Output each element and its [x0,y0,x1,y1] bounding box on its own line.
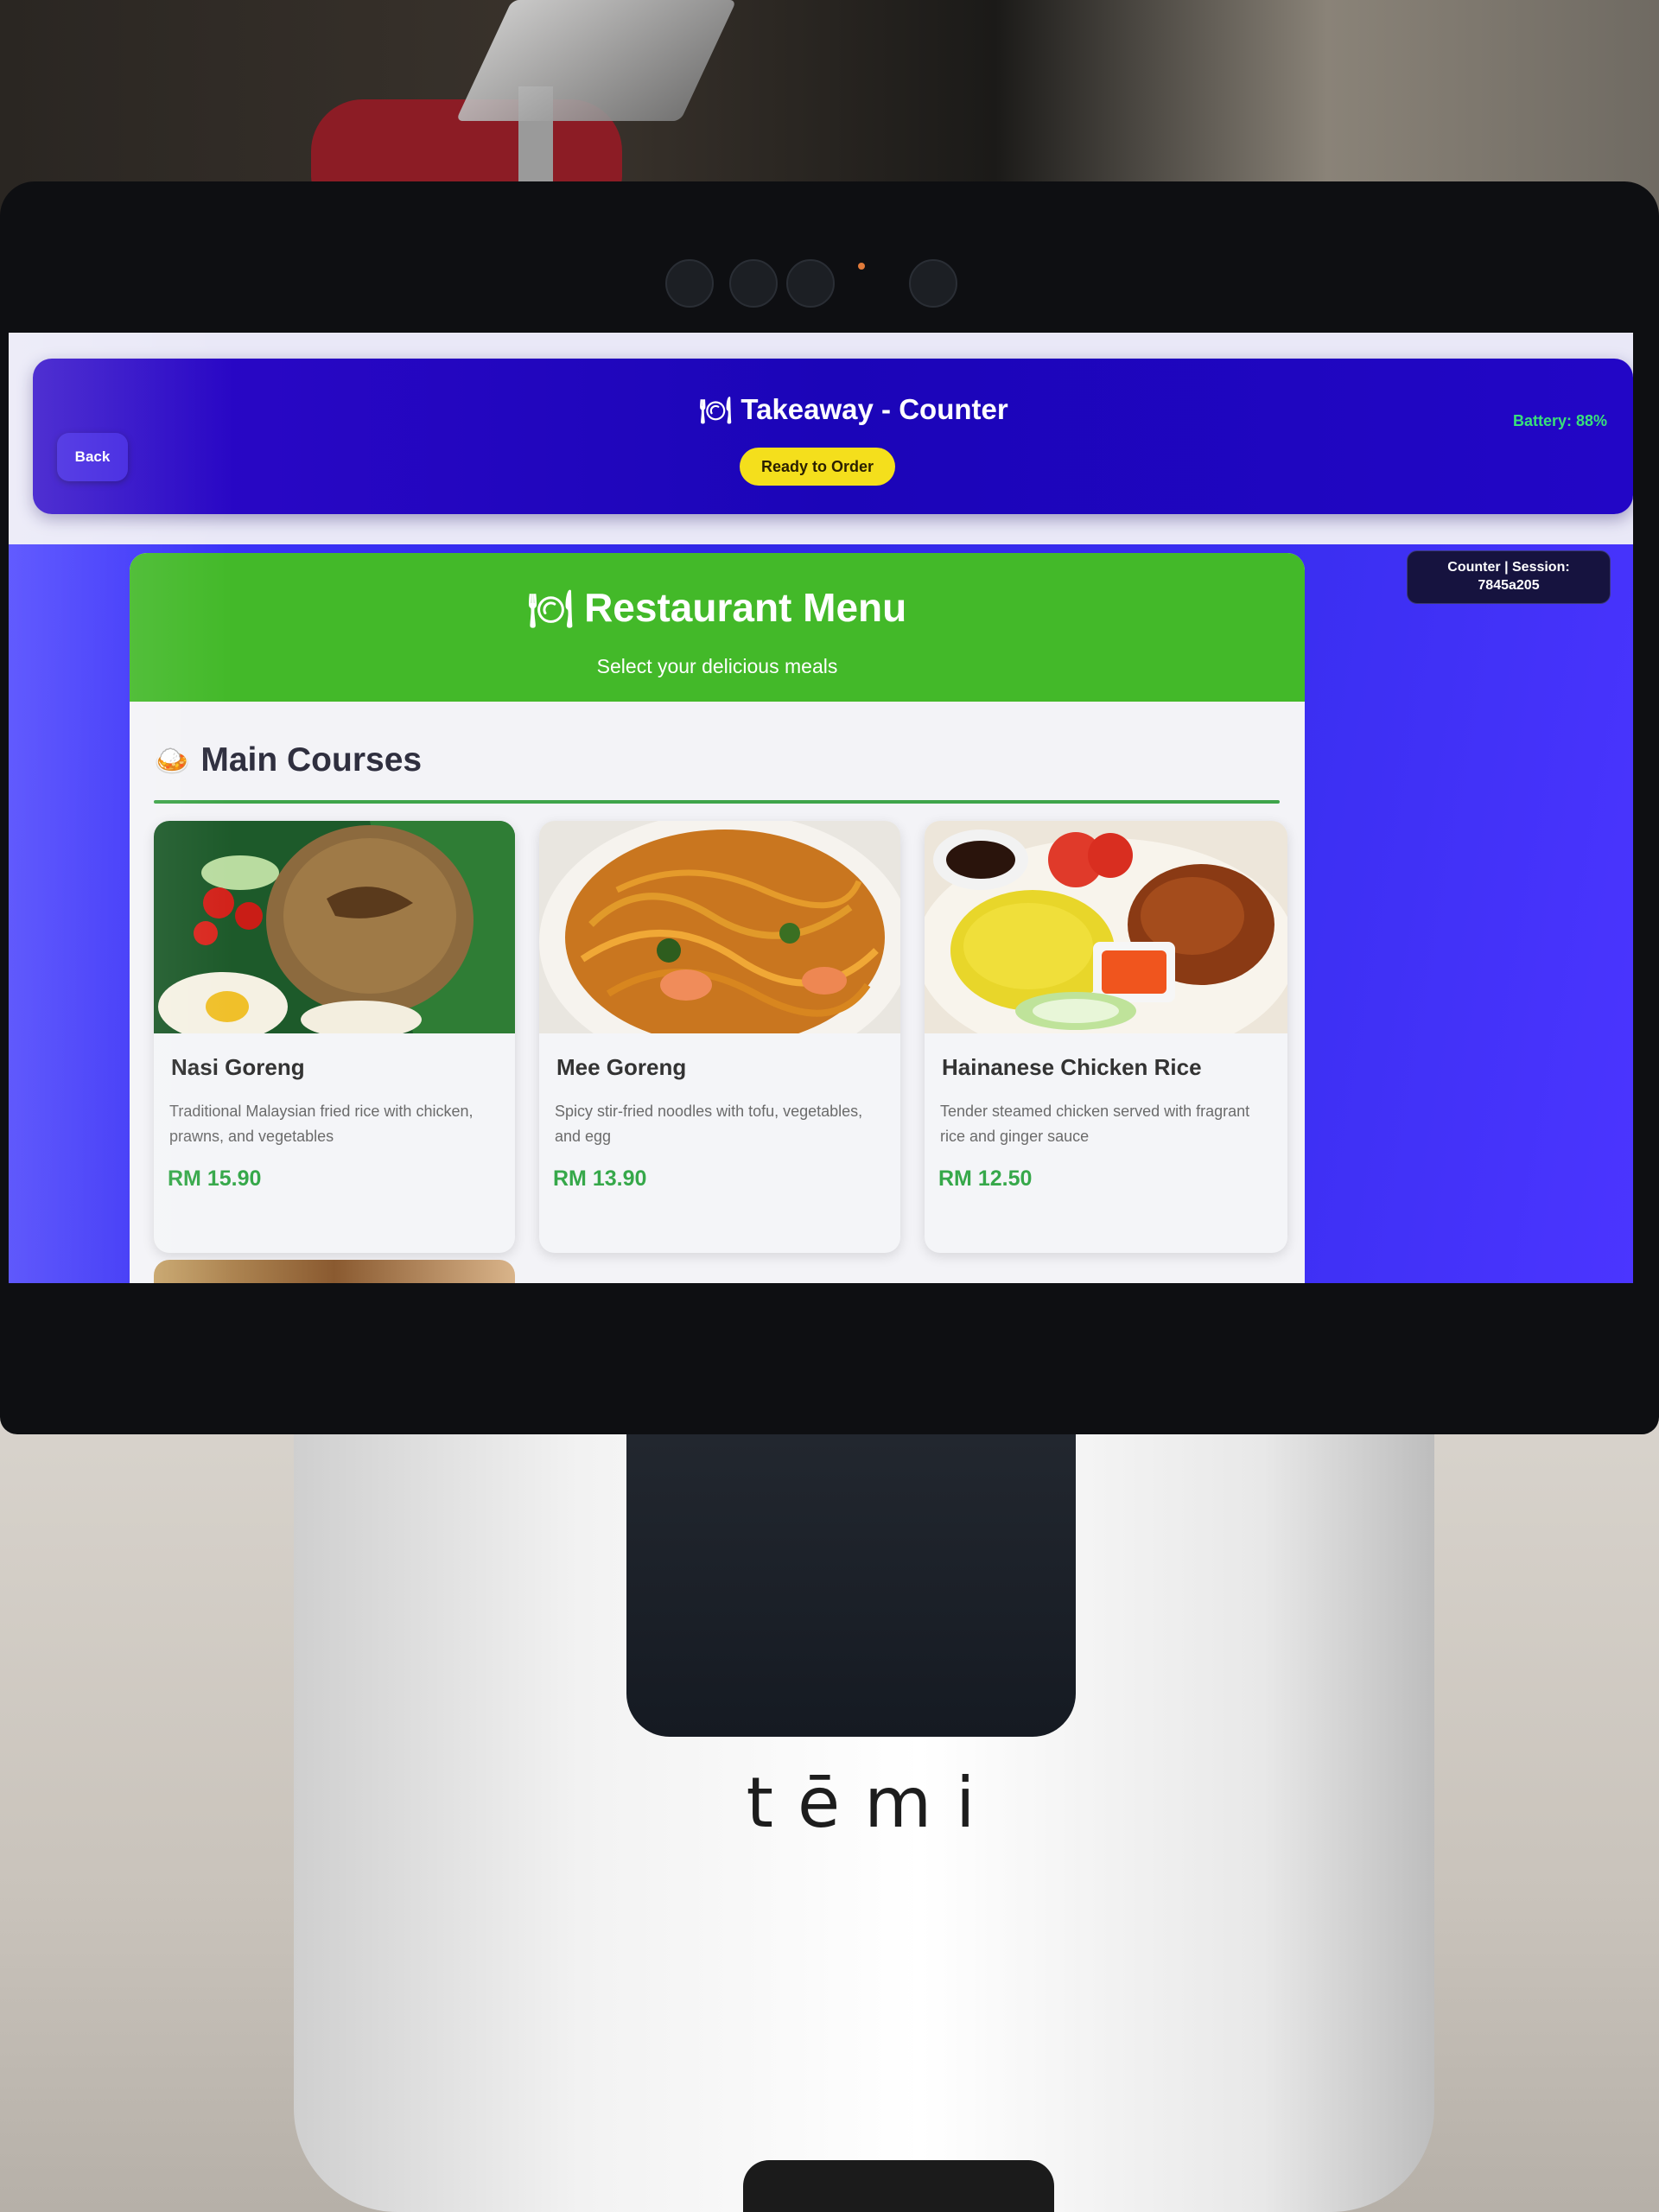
robot-base [743,2160,1054,2212]
camera-lens [909,259,957,308]
status-badge: Ready to Order [740,448,895,486]
menu-item-card[interactable]: Mee Goreng Spicy stir-fried noodles with… [539,821,900,1253]
session-badge: Counter | Session: 7845a205 [1407,550,1611,604]
menu-panel[interactable]: 🍽 Restaurant Menu Select your delicious m… [130,553,1305,1283]
session-id: 7845a205 [1478,578,1540,593]
food-image-mee-goreng [539,821,900,1033]
menu-item-price: RM 13.90 [553,1166,647,1191]
tablet-screen: Back 🍽 Takeaway - Counter Ready to Order … [9,333,1633,1283]
menu-title: 🍽 Restaurant Menu [130,584,1305,631]
menu-title-text: Restaurant Menu [584,585,907,630]
menu-item-name: Hainanese Chicken Rice [942,1054,1202,1080]
menu-header: 🍽 Restaurant Menu Select your delicious m… [130,553,1305,702]
menu-item-description: Spicy stir-fried noodles with tofu, vege… [555,1103,863,1145]
camera-array [665,259,959,311]
plate-cutlery-icon: 🍽 [699,397,733,425]
camera-lens [729,259,778,308]
menu-item-name: Nasi Goreng [171,1054,305,1080]
back-button[interactable]: Back [57,433,128,481]
menu-item-price: RM 12.50 [938,1166,1033,1191]
plate-cutlery-icon: 🍽 [527,588,575,629]
menu-subtitle: Select your delicious meals [596,655,838,677]
camera-lens [665,259,714,308]
top-bar: Back 🍽 Takeaway - Counter Ready to Order … [33,359,1633,514]
robot-tray-slot [626,1417,1076,1737]
page-title: 🍽 Takeaway - Counter [629,393,1078,426]
food-image-chicken-rice [925,821,1287,1033]
menu-item-card[interactable]: Nasi Goreng Traditional Malaysian fried … [154,821,515,1253]
food-image-nasi-goreng [154,821,515,1033]
session-badge-line1: Counter | Session: [1447,560,1570,575]
menu-item-description: Tender steamed chicken served with fragr… [940,1103,1250,1145]
section-title: Main Courses [200,741,423,779]
menu-item-card[interactable]: Hainanese Chicken Rice Tender steamed ch… [925,821,1287,1253]
camera-lens [786,259,835,308]
battery-indicator: Battery: 88% [1512,412,1607,429]
robot-brand-logo: tēmi [746,1763,1000,1843]
camera-led [858,263,865,270]
menu-item-price: RM 15.90 [168,1166,262,1191]
section-divider [154,800,1280,804]
menu-item-description: Traditional Malaysian fried rice with ch… [169,1103,474,1145]
page-title-text: Takeaway - Counter [741,393,1008,425]
curry-rice-icon: 🍛 [154,745,191,778]
menu-item-card-partial[interactable] [154,1260,515,1283]
menu-item-name: Mee Goreng [556,1054,687,1080]
section-heading: 🍛 Main Courses [154,741,422,785]
